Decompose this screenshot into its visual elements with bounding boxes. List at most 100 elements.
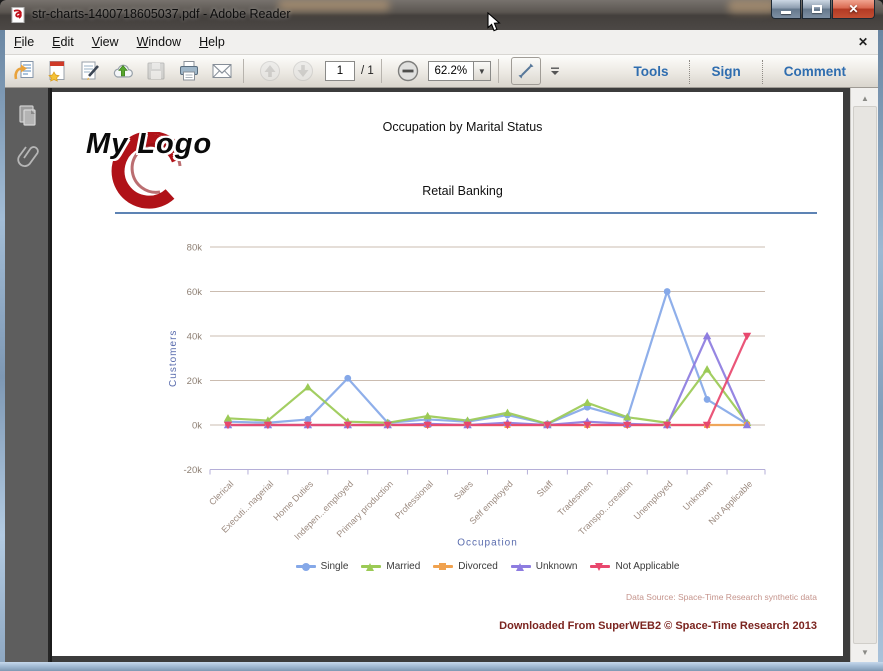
svg-text:Primary production: Primary production bbox=[335, 479, 395, 539]
navigation-sidebar bbox=[5, 88, 50, 662]
page-number-input[interactable] bbox=[325, 61, 355, 81]
svg-text:Unemployed: Unemployed bbox=[632, 479, 675, 522]
svg-text:80k: 80k bbox=[187, 243, 203, 254]
svg-text:Sales: Sales bbox=[452, 478, 475, 501]
page-up-icon bbox=[260, 61, 280, 81]
svg-text:Customers: Customers bbox=[168, 330, 179, 387]
fill-sign-icon bbox=[81, 61, 99, 80]
menu-item-edit[interactable]: Edit bbox=[43, 30, 83, 55]
page-down-icon bbox=[293, 61, 313, 81]
svg-text:Clerical: Clerical bbox=[207, 479, 235, 507]
menu-bar: File Edit View Window Help ✕ bbox=[5, 30, 878, 55]
legend-item: Unknown bbox=[510, 561, 578, 572]
adobe-reader-window: str-charts-1400718605037.pdf - Adobe Rea… bbox=[0, 0, 883, 671]
logo-text: My Logo bbox=[86, 128, 213, 160]
print-button[interactable] bbox=[175, 57, 203, 85]
chart-legend: Single Married Divorced Unknown Not Applicab… bbox=[210, 561, 765, 572]
cloud-upload-button[interactable] bbox=[109, 57, 137, 85]
scroll-down-button[interactable]: ▼ bbox=[851, 644, 879, 660]
document-pane: Occupation by Marital Status My Logo Ret… bbox=[52, 88, 850, 662]
page-thumbnails-button[interactable] bbox=[5, 96, 50, 136]
scroll-up-button[interactable]: ▲ bbox=[851, 90, 879, 106]
arrow-up-icon: ▲ bbox=[861, 93, 869, 103]
sign-button[interactable]: Sign bbox=[697, 64, 754, 79]
comment-button[interactable]: Comment bbox=[770, 64, 860, 79]
legend-label: Unknown bbox=[535, 561, 578, 572]
vertical-scrollbar[interactable]: ▲ ▼ bbox=[850, 88, 878, 662]
zoom-dropdown-button[interactable]: ▼ bbox=[473, 61, 491, 81]
svg-text:Staff: Staff bbox=[535, 478, 555, 498]
zoom-out-icon bbox=[397, 60, 418, 82]
svg-text:0k: 0k bbox=[192, 421, 202, 432]
svg-text:Executi...nagerial: Executi...nagerial bbox=[219, 479, 275, 535]
email-icon bbox=[212, 64, 232, 78]
svg-text:20k: 20k bbox=[187, 376, 203, 387]
minimize-button[interactable] bbox=[771, 0, 801, 19]
previous-page-button[interactable] bbox=[256, 57, 284, 85]
glass-reflection bbox=[728, 0, 776, 13]
menu-item-view[interactable]: View bbox=[83, 30, 128, 55]
fit-window-button[interactable] bbox=[510, 57, 541, 85]
toolbar: / 1 ▼ Tools Sign bbox=[5, 55, 878, 88]
header-rule bbox=[115, 212, 817, 214]
fill-sign-button[interactable] bbox=[76, 57, 104, 85]
title-bar[interactable]: str-charts-1400718605037.pdf - Adobe Rea… bbox=[0, 0, 883, 30]
scrollbar-thumb[interactable] bbox=[853, 106, 877, 644]
maximize-button[interactable] bbox=[802, 0, 831, 19]
chevron-down-icon: ▼ bbox=[477, 66, 486, 76]
close-document-icon[interactable]: ✕ bbox=[858, 35, 868, 49]
save-icon bbox=[147, 62, 165, 80]
chart-subtitle: Retail Banking bbox=[422, 184, 503, 198]
pdf-file-icon[interactable] bbox=[10, 7, 26, 23]
menu-item-help[interactable]: Help bbox=[190, 30, 234, 55]
svg-text:Indepen...employed: Indepen...employed bbox=[292, 479, 355, 542]
attachments-button[interactable] bbox=[5, 136, 50, 176]
svg-text:Professional: Professional bbox=[393, 479, 435, 521]
email-button[interactable] bbox=[208, 57, 236, 85]
zoom-level-input[interactable] bbox=[427, 61, 474, 81]
create-pdf-button[interactable] bbox=[43, 57, 71, 85]
next-page-button[interactable] bbox=[289, 57, 317, 85]
svg-text:Transpo...creation: Transpo...creation bbox=[577, 479, 635, 537]
create-pdf-icon bbox=[48, 61, 65, 82]
fit-window-icon bbox=[518, 63, 534, 79]
close-button[interactable]: ✕ bbox=[832, 0, 875, 19]
svg-text:Occupation: Occupation bbox=[457, 538, 518, 549]
paperclip-icon bbox=[16, 146, 39, 167]
tools-button[interactable]: Tools bbox=[619, 64, 682, 79]
arrow-down-icon: ▼ bbox=[861, 647, 869, 657]
legend-item: Divorced bbox=[433, 561, 498, 572]
legend-item: Not Applicable bbox=[590, 561, 679, 572]
open-file-button[interactable] bbox=[10, 57, 38, 85]
mouse-cursor bbox=[487, 12, 501, 32]
print-icon bbox=[180, 61, 198, 81]
legend-label: Not Applicable bbox=[615, 561, 680, 572]
open-file-icon bbox=[14, 61, 34, 80]
svg-text:Unknown: Unknown bbox=[681, 479, 715, 513]
window-border bbox=[878, 30, 883, 662]
svg-text:40k: 40k bbox=[187, 332, 203, 343]
page-thumbnails-icon bbox=[18, 105, 36, 126]
overflow-chevron-icon bbox=[550, 67, 559, 75]
svg-text:60k: 60k bbox=[187, 287, 203, 298]
svg-text:Tradesmen: Tradesmen bbox=[556, 479, 595, 518]
svg-text:-20k: -20k bbox=[184, 465, 203, 476]
svg-text:Self employed: Self employed bbox=[467, 479, 514, 526]
data-source-note: Data Source: Space-Time Research synthet… bbox=[625, 592, 817, 602]
menu-item-file[interactable]: File bbox=[5, 30, 43, 55]
legend-item: Single bbox=[295, 561, 348, 572]
toolbar-overflow-button[interactable] bbox=[546, 57, 564, 85]
legend-label: Divorced bbox=[458, 561, 498, 572]
zoom-out-button[interactable] bbox=[394, 57, 422, 85]
cloud-upload-icon bbox=[113, 64, 133, 78]
pdf-page: Occupation by Marital Status My Logo Ret… bbox=[52, 92, 843, 656]
legend-item: Married bbox=[361, 561, 420, 572]
menu-item-window[interactable]: Window bbox=[128, 30, 190, 55]
save-button[interactable] bbox=[142, 57, 170, 85]
window-border bbox=[0, 30, 5, 662]
glass-reflection bbox=[278, 0, 390, 11]
svg-text:Home Duties: Home Duties bbox=[271, 478, 315, 522]
legend-label: Married bbox=[386, 561, 421, 572]
svg-text:Not Applicable: Not Applicable bbox=[707, 479, 755, 527]
window-border bbox=[0, 662, 883, 671]
